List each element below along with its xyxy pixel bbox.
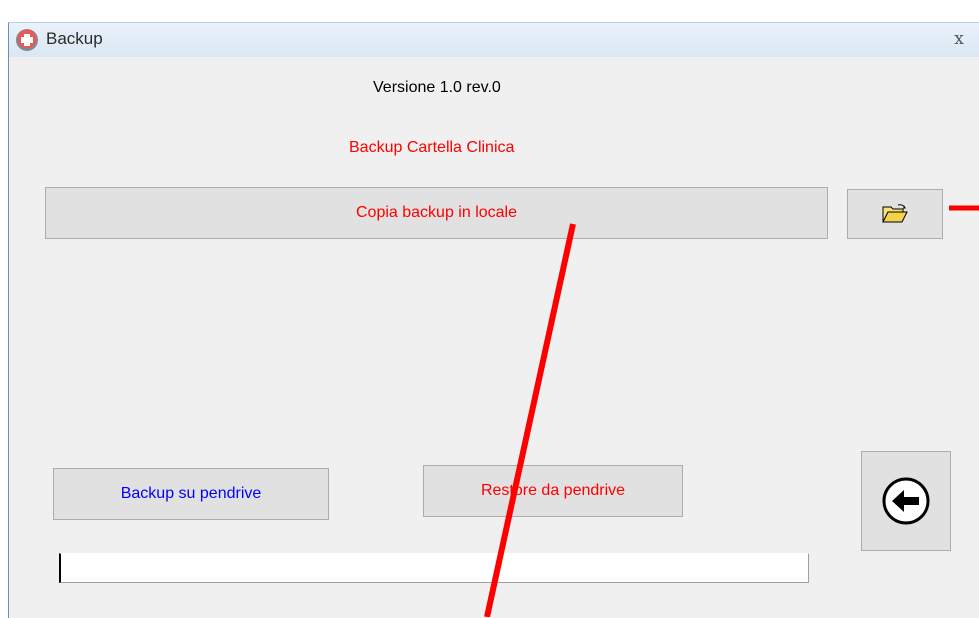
back-arrow-icon <box>882 477 930 525</box>
backup-pendrive-button[interactable]: Backup su pendrive <box>53 468 329 520</box>
close-button[interactable]: x <box>948 28 970 50</box>
status-strip <box>9 589 979 618</box>
backup-window: Backup x Versione 1.0 rev.0 Backup Carte… <box>8 22 979 618</box>
browse-folder-button[interactable] <box>847 189 943 239</box>
open-folder-icon <box>882 204 908 223</box>
restore-pendrive-button[interactable]: Restore da pendrive <box>423 465 683 517</box>
section-title: Backup Cartella Clinica <box>349 139 515 156</box>
version-label: Versione 1.0 rev.0 <box>373 79 501 96</box>
copy-backup-local-button[interactable]: Copia backup in locale <box>45 187 828 239</box>
back-button[interactable] <box>861 451 951 551</box>
app-icon <box>16 29 38 51</box>
progress-bar <box>59 553 809 583</box>
window-title: Backup <box>46 29 103 48</box>
title-bar[interactable]: Backup x <box>9 23 979 57</box>
